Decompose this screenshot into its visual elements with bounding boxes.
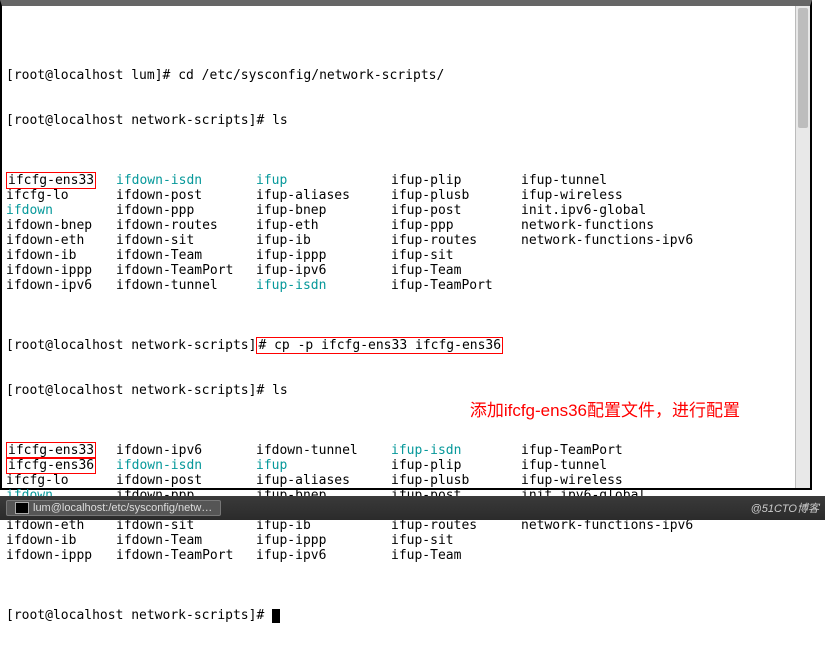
file-entry: ifdown-TeamPort — [116, 548, 256, 563]
highlighted-file: ifcfg-ens36 — [6, 457, 96, 474]
highlighted-file: ifcfg-ens33 — [6, 172, 96, 189]
file-entry: ifdown — [6, 203, 116, 218]
file-row: ifcfg-ens33 ifdown-isdnifupifup-plipifup-… — [6, 173, 806, 188]
file-entry: ifup-Team — [391, 548, 521, 563]
cursor — [272, 609, 280, 623]
file-entry: ifup-wireless — [521, 188, 623, 203]
scrollbar-thumb[interactable] — [798, 8, 808, 128]
terminal-window[interactable]: [root@localhost lum]# cd /etc/sysconfig/… — [0, 0, 812, 490]
file-entry: ifcfg-lo — [6, 188, 116, 203]
file-entry: ifdown-routes — [116, 218, 256, 233]
scrollbar[interactable] — [795, 6, 810, 488]
file-entry: ifdown-ipv6 — [6, 278, 116, 293]
file-entry: ifup-ipv6 — [256, 548, 391, 563]
file-row: ifcfg-loifdown-postifup-aliasesifup-plus… — [6, 473, 806, 488]
file-entry: ifup-routes — [391, 233, 521, 248]
file-entry: ifdown-isdn — [116, 173, 256, 188]
file-entry: ifup-aliases — [256, 188, 391, 203]
file-entry: ifcfg-ens36 — [6, 458, 116, 473]
file-entry: ifup-post — [391, 203, 521, 218]
file-entry: ifup-TeamPort — [391, 278, 521, 293]
file-row: ifdown-ipppifdown-TeamPortifup-ipv6ifup-… — [6, 263, 806, 278]
file-entry: ifup-bnep — [256, 203, 391, 218]
file-row: ifcfg-ens36 ifdown-isdnifupifup-plipifup-… — [6, 458, 806, 473]
file-entry: ifup-plip — [391, 173, 521, 188]
file-entry: ifup-Team — [391, 263, 521, 278]
file-entry: ifdown-sit — [116, 233, 256, 248]
file-row: ifdown-ethifdown-sitifup-ibifup-routesne… — [6, 233, 806, 248]
prompt-line-1: [root@localhost lum]# cd /etc/sysconfig/… — [6, 68, 806, 83]
prompt-line-2: [root@localhost network-scripts]# ls — [6, 113, 806, 128]
annotation-text: 添加ifcfg-ens36配置文件，进行配置 — [470, 403, 740, 418]
file-entry: ifup-plip — [391, 458, 521, 473]
file-entry: ifup-sit — [391, 248, 521, 263]
file-entry: ifdown-TeamPort — [116, 263, 256, 278]
file-entry: network-functions-ipv6 — [521, 518, 693, 533]
file-row: ifdown-ibifdown-Teamifup-ipppifup-sit — [6, 248, 806, 263]
file-entry: ifdown-ib — [6, 248, 116, 263]
file-entry: init.ipv6-global — [521, 203, 646, 218]
file-entry: ifdown-tunnel — [256, 443, 391, 458]
file-entry: ifup-ippp — [256, 248, 391, 263]
file-entry: ifdown-ib — [6, 533, 116, 548]
file-entry: ifup-ippp — [256, 533, 391, 548]
file-entry: ifdown-Team — [116, 533, 256, 548]
file-entry: ifcfg-ens33 — [6, 443, 116, 458]
file-entry: ifup-routes — [391, 518, 521, 533]
file-row: ifdown-ibifdown-Teamifup-ipppifup-sit — [6, 533, 806, 548]
file-row: ifdown-ethifdown-sitifup-ibifup-routesne… — [6, 518, 806, 533]
file-entry: ifcfg-ens33 — [6, 173, 116, 188]
file-row: ifcfg-loifdown-postifup-aliasesifup-plus… — [6, 188, 806, 203]
file-entry: ifdown-ppp — [116, 203, 256, 218]
file-entry: ifup-sit — [391, 533, 521, 548]
prompt-line-3: [root@localhost network-scripts]# cp -p … — [6, 338, 806, 353]
file-entry: ifup-tunnel — [521, 458, 607, 473]
file-entry: ifup-ib — [256, 233, 391, 248]
file-entry: ifdown-eth — [6, 518, 116, 533]
file-row: ifdown-ipv6ifdown-tunnelifup-isdnifup-Te… — [6, 278, 806, 293]
file-entry: ifdown-post — [116, 188, 256, 203]
file-entry: ifup-plusb — [391, 188, 521, 203]
taskbar-tab-label: lum@localhost:/etc/sysconfig/netw… — [33, 502, 212, 514]
terminal-icon — [15, 502, 29, 514]
file-entry: ifdown-tunnel — [116, 278, 256, 293]
ls-output-1: ifcfg-ens33ifdown-isdnifupifup-plipifup-… — [6, 173, 806, 293]
file-row: ifcfg-ens33ifdown-ipv6ifdown-tunnelifup-… — [6, 443, 806, 458]
highlighted-cp-command: # cp -p ifcfg-ens33 ifcfg-ens36 — [256, 337, 503, 354]
file-entry: ifup — [256, 458, 391, 473]
file-row: ifdownifdown-pppifup-bnepifup-postinit.i… — [6, 203, 806, 218]
file-entry: ifcfg-lo — [6, 473, 116, 488]
file-entry: ifdown-sit — [116, 518, 256, 533]
file-entry: ifup-tunnel — [521, 173, 607, 188]
file-row: ifdown-bnepifdown-routesifup-ethifup-ppp… — [6, 218, 806, 233]
file-entry: ifup-ipv6 — [256, 263, 391, 278]
taskbar: lum@localhost:/etc/sysconfig/netw… @51CT… — [0, 496, 825, 520]
file-entry: ifdown-isdn — [116, 458, 256, 473]
taskbar-tab[interactable]: lum@localhost:/etc/sysconfig/netw… — [6, 500, 221, 516]
file-entry: ifup-eth — [256, 218, 391, 233]
file-entry: ifup-plusb — [391, 473, 521, 488]
file-entry: ifdown-eth — [6, 233, 116, 248]
file-entry: ifup-wireless — [521, 473, 623, 488]
file-entry: ifdown-ippp — [6, 263, 116, 278]
file-entry: network-functions-ipv6 — [521, 233, 693, 248]
file-row: ifdown-ipppifdown-TeamPortifup-ipv6ifup-… — [6, 548, 806, 563]
file-entry: ifup-ppp — [391, 218, 521, 233]
file-entry: network-functions — [521, 218, 654, 233]
file-entry: ifdown-ipv6 — [116, 443, 256, 458]
file-entry: ifup-isdn — [391, 443, 521, 458]
watermark: @51CTO博客 — [751, 500, 819, 516]
file-entry: ifup-TeamPort — [521, 443, 623, 458]
prompt-line-4: [root@localhost network-scripts]# ls — [6, 383, 806, 398]
file-entry: ifdown-Team — [116, 248, 256, 263]
file-entry: ifup — [256, 173, 391, 188]
file-entry: ifdown-ippp — [6, 548, 116, 563]
file-entry: ifup-ib — [256, 518, 391, 533]
file-entry: ifdown-post — [116, 473, 256, 488]
file-entry: ifdown-bnep — [6, 218, 116, 233]
prompt-line-5: [root@localhost network-scripts]# — [6, 608, 806, 623]
file-entry: ifup-isdn — [256, 278, 391, 293]
file-entry: ifup-aliases — [256, 473, 391, 488]
